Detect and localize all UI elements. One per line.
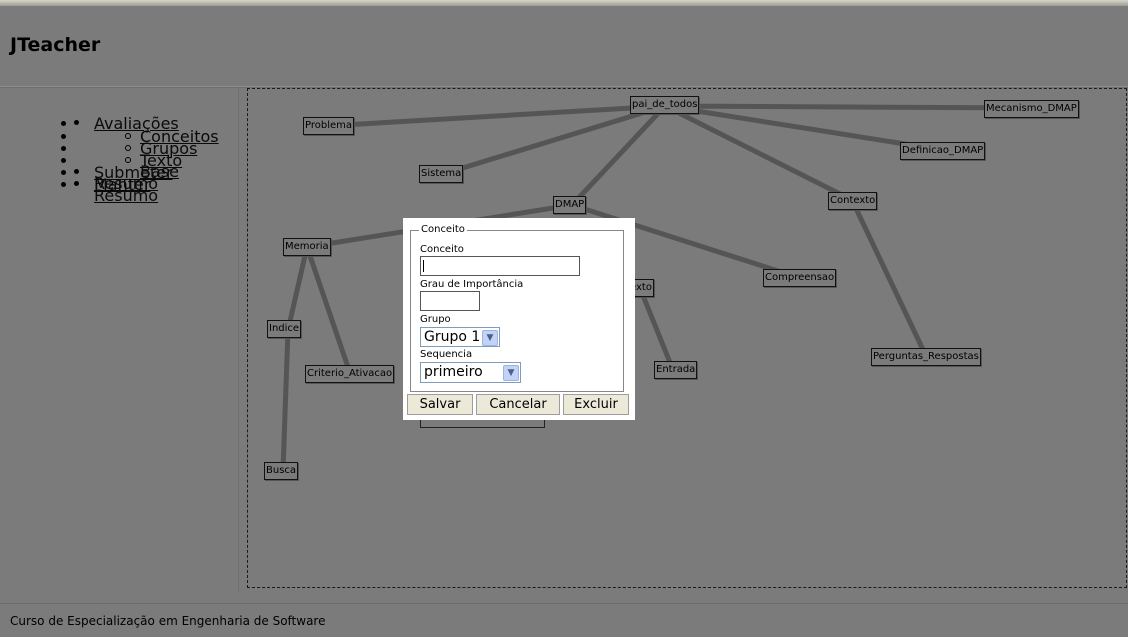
edge-line bbox=[849, 197, 929, 359]
node-dmap[interactable]: DMAP bbox=[553, 196, 587, 214]
node-sistema[interactable]: Sistema bbox=[419, 165, 464, 183]
node-criterio-ativacao[interactable]: Criterio_Ativacao bbox=[305, 365, 395, 383]
edge-line bbox=[304, 244, 353, 376]
edge-line bbox=[285, 244, 310, 333]
footer-text: Curso de Especialização em Engenharia de… bbox=[10, 614, 326, 628]
chevron-down-icon[interactable]: ▼ bbox=[503, 365, 519, 381]
text-cursor bbox=[423, 260, 424, 272]
node-compreensao[interactable]: Compreensao bbox=[763, 269, 837, 287]
sequence-select-value: primeiro bbox=[424, 364, 483, 380]
concept-input[interactable] bbox=[420, 256, 580, 276]
delete-button[interactable]: Excluir bbox=[563, 394, 629, 415]
importance-label: Grau de Importância bbox=[420, 279, 524, 290]
sequence-select[interactable]: primeiro ▼ bbox=[420, 362, 521, 383]
fieldset-legend: Conceito bbox=[419, 224, 467, 235]
concept-label: Conceito bbox=[420, 244, 464, 255]
edge-line bbox=[280, 327, 291, 473]
node-indice[interactable]: Indice bbox=[267, 320, 302, 338]
group-label: Grupo bbox=[420, 314, 451, 325]
node-problema[interactable]: Problema bbox=[303, 117, 355, 135]
node-contexto[interactable]: Contexto bbox=[828, 192, 878, 210]
edge-line bbox=[637, 285, 676, 373]
node-entrada[interactable]: Entrada bbox=[654, 361, 698, 379]
save-button[interactable]: Salvar bbox=[407, 394, 473, 415]
node-pai-de-todos[interactable]: pai_de_todos bbox=[630, 96, 700, 114]
concept-dialog: Conceito Conceito Grau de Importância Gr… bbox=[403, 218, 635, 420]
footer-divider bbox=[0, 603, 1128, 604]
node-memoria[interactable]: Memoria bbox=[283, 238, 331, 256]
importance-input[interactable] bbox=[420, 291, 480, 311]
group-select[interactable]: Grupo 1 ▼ bbox=[420, 327, 500, 347]
edge-line bbox=[662, 103, 1035, 111]
node-definicao-dmap[interactable]: Definicao_DMAP bbox=[900, 142, 986, 160]
chevron-down-icon[interactable]: ▼ bbox=[482, 330, 498, 346]
sequence-label: Sequencia bbox=[420, 349, 473, 360]
group-select-value: Grupo 1 bbox=[424, 329, 481, 345]
cancel-button[interactable]: Cancelar bbox=[476, 394, 560, 415]
node-busca[interactable]: Busca bbox=[264, 462, 299, 480]
node-perguntas-respostas[interactable]: Perguntas_Respostas bbox=[871, 348, 981, 366]
node-mecanismo-dmap[interactable]: Mecanismo_DMAP bbox=[984, 100, 1079, 118]
